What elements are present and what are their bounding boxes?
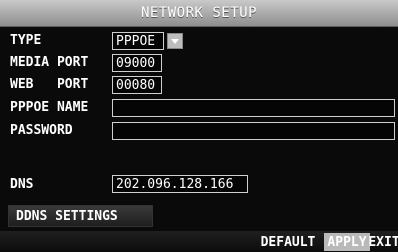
password-input[interactable] [112,122,395,140]
media-port-input[interactable]: 09000 [112,54,162,72]
password-label: PASSWORD [10,123,73,138]
chevron-down-icon[interactable] [167,33,183,49]
dns-input[interactable]: 202.096.128.166 [112,175,248,193]
title-bar: NETWORK SETUP [0,0,398,27]
pppoe-name-label: PPPOE NAME [10,100,89,115]
page-title: NETWORK SETUP [140,5,258,21]
type-value: PPPOE [112,32,164,50]
web-port-label: WEB PORT [10,77,89,92]
network-setup-screen: NETWORK SETUP TYPE PPPOE MEDIA PORT 0900… [0,0,398,252]
apply-button[interactable]: APPLY [324,233,370,251]
ddns-settings-button[interactable]: DDNS SETTINGS [8,205,153,227]
media-port-label: MEDIA PORT [10,55,89,70]
exit-button[interactable]: EXIT [368,233,398,251]
default-button[interactable]: DEFAULT [254,233,322,251]
type-label: TYPE [10,33,42,48]
type-select[interactable]: PPPOE [112,32,183,50]
dns-label: DNS [10,177,34,192]
pppoe-name-input[interactable] [112,99,395,117]
web-port-input[interactable]: 00080 [112,76,162,94]
